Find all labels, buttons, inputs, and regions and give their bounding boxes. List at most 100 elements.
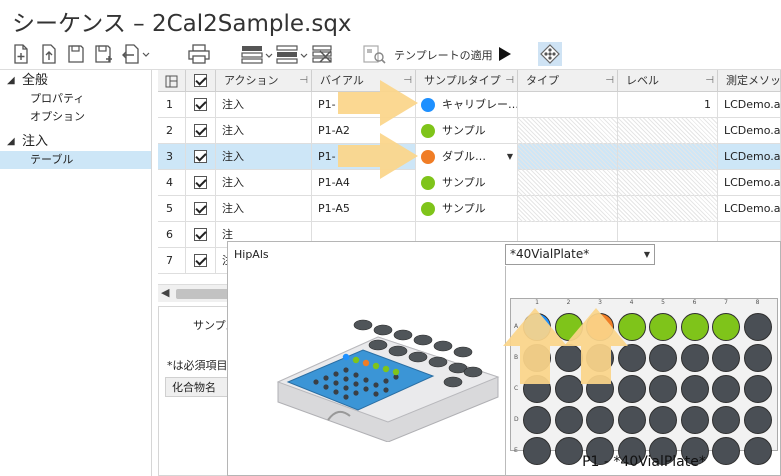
sample-type-cell[interactable]: キャリブレー… bbox=[416, 92, 518, 118]
vial-well[interactable] bbox=[649, 406, 677, 434]
vial-well[interactable] bbox=[586, 313, 614, 341]
action-cell[interactable]: 注入 bbox=[216, 170, 312, 196]
row-check-cell[interactable] bbox=[186, 92, 216, 118]
row-check-cell[interactable] bbox=[186, 170, 216, 196]
insert-rows-icon[interactable] bbox=[241, 41, 275, 67]
header-sample-type[interactable]: サンプルタイプ ⊣ bbox=[416, 70, 518, 92]
vial-cell[interactable]: P1- bbox=[312, 92, 416, 118]
pin-icon[interactable]: ⊣ bbox=[505, 70, 514, 92]
level-cell[interactable]: 1 bbox=[618, 92, 718, 118]
save-icon[interactable] bbox=[67, 41, 85, 67]
header-type[interactable]: タイプ ⊣ bbox=[518, 70, 618, 92]
vial-well[interactable] bbox=[649, 313, 677, 341]
vial-well[interactable] bbox=[523, 406, 551, 434]
vial-well[interactable] bbox=[586, 406, 614, 434]
vial-cell[interactable]: P1-A2 bbox=[312, 118, 416, 144]
type-cell[interactable] bbox=[518, 170, 618, 196]
level-cell[interactable] bbox=[618, 196, 718, 222]
vial-well[interactable] bbox=[523, 313, 551, 341]
vial-well[interactable] bbox=[554, 313, 583, 341]
table-row[interactable]: 4 注入 P1-A4 サンプル LCDemo.a bbox=[158, 170, 781, 196]
row-check-cell[interactable] bbox=[186, 222, 216, 248]
vial-well[interactable] bbox=[554, 375, 583, 403]
export-icon[interactable] bbox=[122, 41, 150, 67]
method-cell[interactable]: LCDemo.a bbox=[718, 170, 781, 196]
type-cell[interactable] bbox=[518, 92, 618, 118]
collapse-triangle-icon[interactable]: ◢ bbox=[7, 133, 15, 151]
select-all-checkbox[interactable] bbox=[194, 74, 207, 87]
plate-type-select[interactable]: *40VialPlate* ▼ bbox=[505, 244, 655, 265]
vial-well[interactable] bbox=[743, 344, 772, 372]
header-action[interactable]: アクション ⊣ bbox=[216, 70, 312, 92]
vial-well[interactable] bbox=[523, 375, 551, 403]
save-as-icon[interactable] bbox=[94, 41, 114, 67]
apply-template-label[interactable]: テンプレートの適用 bbox=[394, 47, 493, 63]
pin-icon[interactable]: ⊣ bbox=[605, 70, 614, 92]
row-check-cell[interactable] bbox=[186, 144, 216, 170]
chevron-down-icon[interactable]: ▼ bbox=[507, 144, 513, 170]
vial-cell[interactable]: P1- bbox=[312, 144, 416, 170]
level-cell[interactable] bbox=[618, 144, 718, 170]
action-cell[interactable]: 注入 bbox=[216, 92, 312, 118]
header-vial[interactable]: バイアル ⊣ bbox=[312, 70, 416, 92]
vial-cell[interactable]: P1-A5 bbox=[312, 196, 416, 222]
vial-well[interactable] bbox=[586, 344, 614, 372]
tree-item-table[interactable]: テーブル bbox=[0, 151, 151, 169]
row-checkbox[interactable] bbox=[194, 98, 207, 111]
row-checkbox[interactable] bbox=[194, 228, 207, 241]
vial-well[interactable] bbox=[712, 313, 740, 341]
pin-icon[interactable]: ⊣ bbox=[403, 70, 412, 92]
vial-well[interactable] bbox=[554, 406, 583, 434]
vial-well[interactable] bbox=[712, 406, 740, 434]
vial-cell[interactable]: P1-A4 bbox=[312, 170, 416, 196]
row-check-cell[interactable] bbox=[186, 248, 216, 274]
new-file-icon[interactable] bbox=[12, 41, 30, 67]
vial-well[interactable] bbox=[523, 344, 551, 372]
row-checkbox[interactable] bbox=[194, 254, 207, 267]
action-cell[interactable]: 注入 bbox=[216, 196, 312, 222]
tree-item-properties[interactable]: プロパティ bbox=[0, 90, 151, 108]
collapse-triangle-icon[interactable]: ◢ bbox=[7, 72, 15, 90]
vial-well[interactable] bbox=[743, 313, 772, 341]
pin-icon[interactable]: ⊣ bbox=[705, 70, 714, 92]
level-cell[interactable] bbox=[618, 170, 718, 196]
delete-rows-icon[interactable] bbox=[312, 41, 334, 67]
print-icon[interactable] bbox=[188, 41, 210, 67]
import-icon[interactable] bbox=[40, 41, 58, 67]
tree-item-options[interactable]: オプション bbox=[0, 108, 151, 126]
vial-well[interactable] bbox=[617, 313, 646, 341]
vial-well[interactable] bbox=[743, 375, 772, 403]
table-row[interactable]: 1 注入 P1- キャリブレー… 1 LCDemo.a bbox=[158, 92, 781, 118]
vial-well[interactable] bbox=[743, 406, 772, 434]
method-cell[interactable]: LCDemo.a bbox=[718, 92, 781, 118]
vial-well[interactable] bbox=[586, 375, 614, 403]
chevron-down-icon[interactable]: ▼ bbox=[644, 245, 650, 264]
table-row[interactable]: 5 注入 P1-A5 サンプル LCDemo.a bbox=[158, 196, 781, 222]
type-cell[interactable] bbox=[518, 118, 618, 144]
action-cell[interactable]: 注入 bbox=[216, 118, 312, 144]
type-cell[interactable] bbox=[518, 144, 618, 170]
row-check-cell[interactable] bbox=[186, 118, 216, 144]
header-level[interactable]: レベル ⊣ bbox=[618, 70, 718, 92]
append-rows-icon[interactable] bbox=[276, 41, 310, 67]
tree-group-injection[interactable]: ◢ 注入 bbox=[0, 133, 151, 151]
tree-group-general[interactable]: ◢ 全般 bbox=[0, 72, 151, 90]
vial-well[interactable] bbox=[617, 406, 646, 434]
vial-well[interactable] bbox=[712, 375, 740, 403]
run-icon[interactable] bbox=[498, 41, 512, 67]
table-row[interactable]: 3 注入 P1- ダブル… ▼ LCDemo.a bbox=[158, 144, 781, 170]
sample-type-cell[interactable]: サンプル bbox=[416, 118, 518, 144]
row-checkbox[interactable] bbox=[194, 176, 207, 189]
vial-well[interactable] bbox=[680, 313, 709, 341]
row-checkbox[interactable] bbox=[194, 202, 207, 215]
pin-icon[interactable]: ⊣ bbox=[299, 70, 308, 92]
scroll-left-icon[interactable]: ◀ bbox=[161, 286, 169, 299]
vial-well[interactable] bbox=[649, 344, 677, 372]
method-cell[interactable]: LCDemo.a bbox=[718, 144, 781, 170]
row-check-cell[interactable] bbox=[186, 196, 216, 222]
sample-type-cell[interactable]: ダブル… ▼ bbox=[416, 144, 518, 170]
sample-type-cell[interactable]: サンプル bbox=[416, 170, 518, 196]
vial-well[interactable] bbox=[680, 406, 709, 434]
vial-well[interactable] bbox=[617, 344, 646, 372]
apply-template-icon[interactable] bbox=[362, 41, 386, 67]
